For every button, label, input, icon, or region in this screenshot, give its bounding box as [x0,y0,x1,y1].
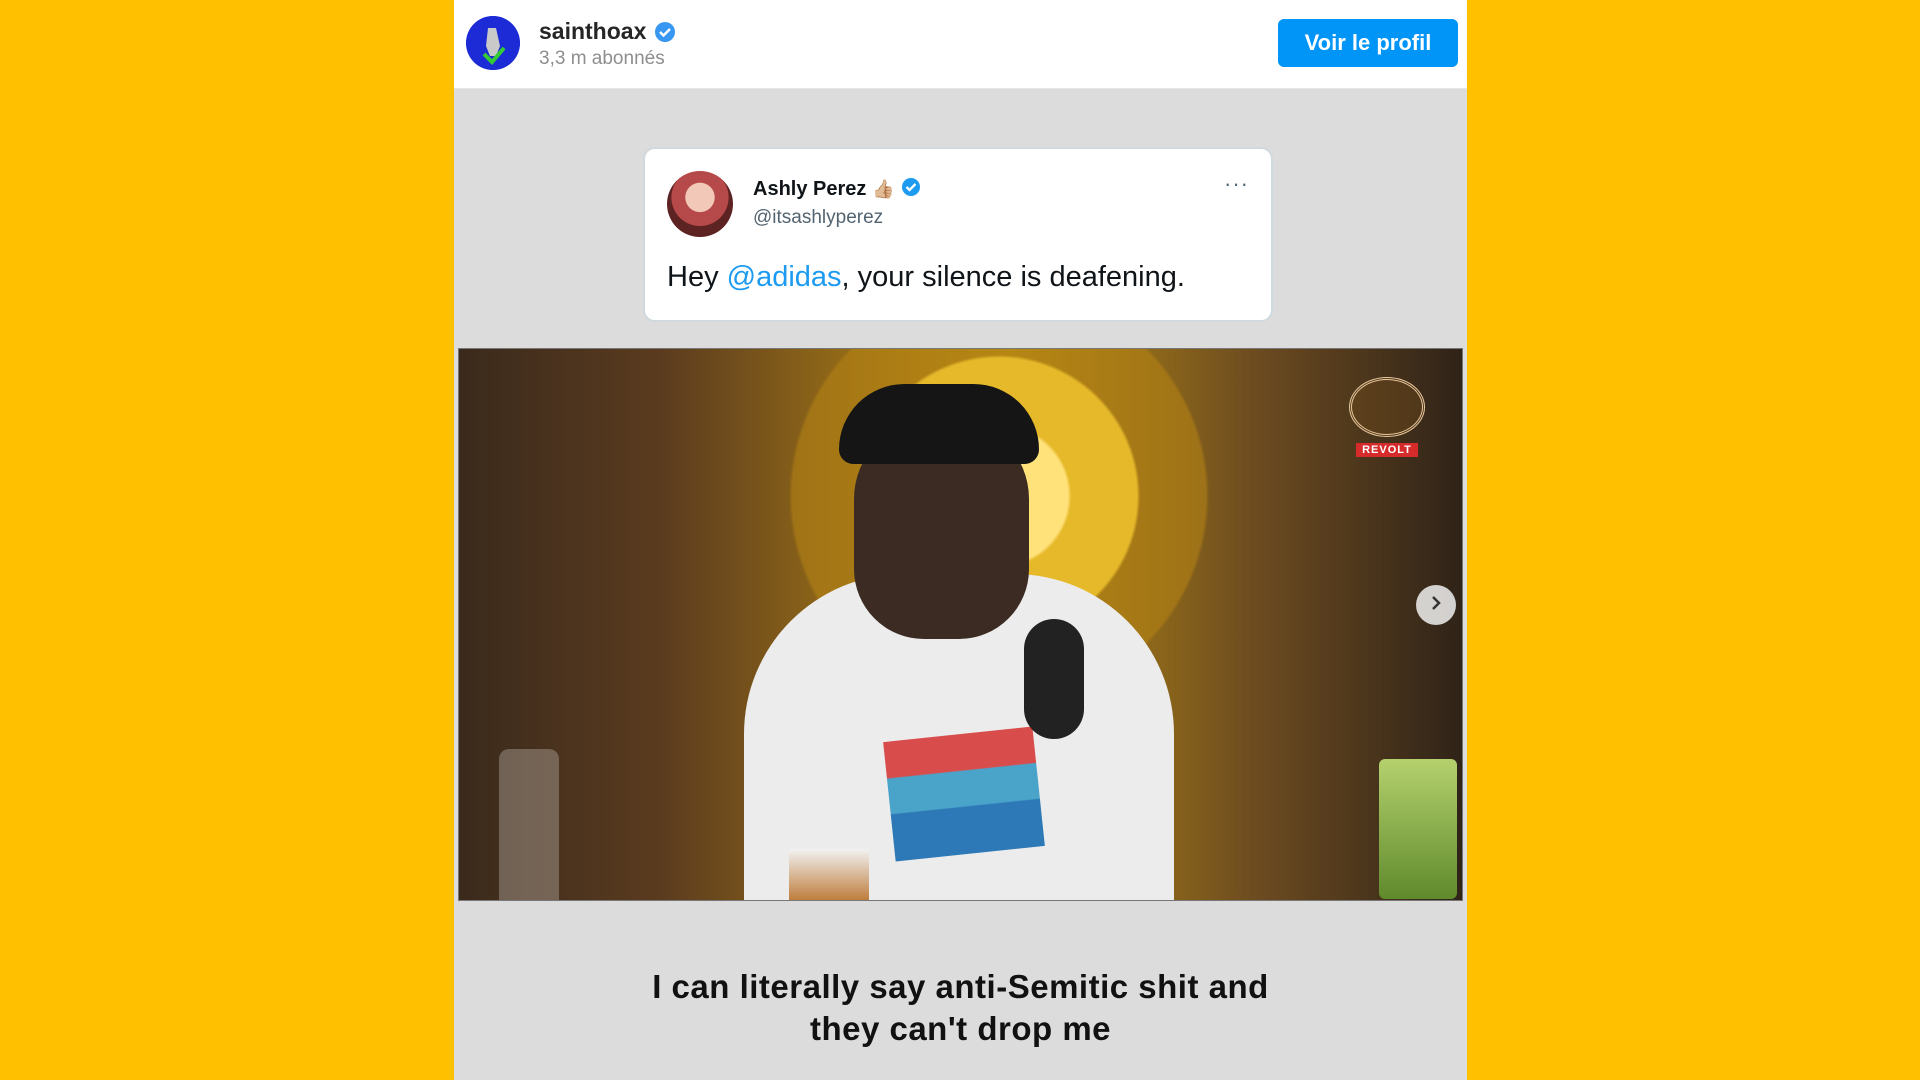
revolt-logo: REVOLT [1347,377,1427,457]
username-row: sainthoax [539,18,676,45]
tweet-text-suffix: , your silence is deafening. [841,261,1185,293]
post-header: sainthoax 3,3 m abonnés Voir le profil [454,0,1467,89]
thumbs-up-emoji-icon: 👍🏼 [872,179,895,199]
verified-badge-icon [654,21,676,43]
profile-avatar[interactable] [466,16,520,70]
bottle-image [499,749,559,900]
tweet-text: Hey @adidas, your silence is deafening. [667,261,1185,294]
tweet-author-avatar [667,171,733,237]
next-slide-button[interactable] [1416,585,1456,625]
tweet-card: Ashly Perez 👍🏼 @itsashlyperez ··· Hey @a… [643,147,1273,322]
shirt-graphic [883,726,1045,862]
drink-glass-image [789,849,869,900]
username[interactable]: sainthoax [539,18,646,45]
tweet-author-name: Ashly Perez [753,178,867,200]
video-frame[interactable]: REVOLT [458,348,1463,901]
video-caption: I can literally say anti-Semitic shit an… [454,966,1467,1050]
caption-line-1: I can literally say anti-Semitic shit an… [652,968,1269,1005]
tweet-verified-icon [901,177,921,202]
post-media: Ashly Perez 👍🏼 @itsashlyperez ··· Hey @a… [454,89,1467,1080]
show-seal-icon [1349,377,1425,437]
tweet-text-prefix: Hey [667,261,727,293]
instagram-embed: sainthoax 3,3 m abonnés Voir le profil A… [454,0,1467,1080]
caption-line-2: they can't drop me [809,1010,1112,1047]
microphone-image [1024,619,1084,739]
chevron-right-icon [1427,594,1445,617]
tweet-author-row: Ashly Perez 👍🏼 [753,177,921,202]
follower-count: 3,3 m abonnés [539,48,665,69]
revolt-tag: REVOLT [1356,443,1418,457]
tweet-author-handle: @itsashlyperez [753,207,884,228]
juice-cup-image [1379,759,1457,899]
view-profile-button[interactable]: Voir le profil [1278,19,1458,67]
more-options-icon: ··· [1224,171,1249,196]
person-cap [839,384,1039,464]
tweet-mention: @adidas [726,261,842,293]
